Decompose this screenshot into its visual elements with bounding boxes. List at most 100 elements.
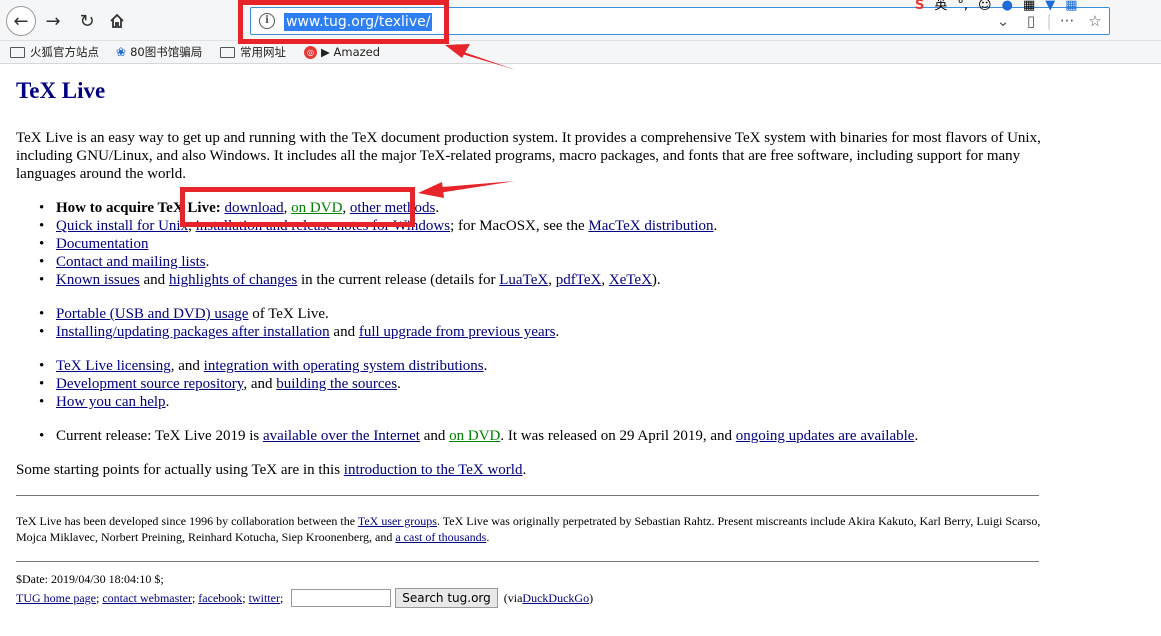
sogou-icon[interactable]: S (915, 0, 924, 14)
search-button[interactable]: Search tug.org (395, 588, 498, 608)
arrow-left-icon: ← (13, 10, 29, 32)
shirt-icon[interactable]: ▼ (1045, 0, 1055, 14)
help-link[interactable]: How you can help (56, 394, 166, 410)
cast-link[interactable]: a cast of thousands (395, 530, 486, 544)
text: ; for MacOSX, see the (450, 218, 589, 234)
on-dvd-link[interactable]: on DVD (291, 200, 342, 216)
amazed-icon: ◎ (304, 45, 317, 59)
forward-button[interactable]: → (40, 8, 66, 34)
updates-link[interactable]: ongoing updates are available (736, 428, 915, 444)
divider (16, 495, 1039, 496)
text: , and (243, 376, 277, 392)
windows-notes-link[interactable]: installation and release notes for Windo… (196, 218, 450, 234)
reload-button[interactable]: ↻ (74, 8, 100, 34)
divider (16, 561, 1039, 562)
url-text[interactable]: www.tug.org/texlive/ (284, 13, 433, 31)
emoji-icon[interactable]: ☺ (978, 0, 992, 14)
facebook-link[interactable]: facebook (198, 587, 242, 609)
known-issues-link[interactable]: Known issues (56, 272, 140, 288)
licensing-link[interactable]: TeX Live licensing (56, 358, 171, 374)
back-button[interactable]: ← (6, 6, 36, 36)
paw-icon: ❀ (116, 45, 127, 59)
contact-link[interactable]: Contact and mailing lists (56, 254, 206, 270)
text: and (419, 428, 450, 444)
chevron-down-icon[interactable]: ⌄ (989, 12, 1017, 30)
home-button[interactable] (104, 8, 130, 34)
text: . It was released on 29 April 2019, and (500, 428, 736, 444)
lang-icon[interactable]: 英 (934, 0, 947, 14)
extension-icons: S 英 °, ☺ ● ▦ ▼ ▦ (915, 0, 1161, 14)
luatex-link[interactable]: LuaTeX (499, 272, 548, 288)
arrow-right-icon: → (45, 10, 61, 32)
tug-home-link[interactable]: TUG home page (16, 587, 96, 609)
list-item: Current release: TeX Live 2019 is availa… (16, 427, 918, 445)
user-groups-link[interactable]: TeX user groups (358, 514, 437, 528)
full-upgrade-link[interactable]: full upgrade from previous years (359, 324, 556, 340)
reader-view-icon[interactable]: ▯ (1017, 12, 1045, 30)
info-icon[interactable]: i (259, 13, 275, 29)
page-title: TeX Live (16, 78, 106, 103)
twitter-link[interactable]: twitter (249, 587, 280, 609)
list-item: Quick install for Unix, installation and… (16, 217, 717, 235)
list-item: Known issues and highlights of changes i… (16, 271, 717, 289)
building-link[interactable]: building the sources (276, 376, 397, 392)
intro-tex-world-link[interactable]: introduction to the TeX world (344, 462, 523, 478)
xetex-link[interactable]: XeTeX (609, 272, 652, 288)
mactex-link[interactable]: MacTeX distribution (588, 218, 713, 234)
portable-link[interactable]: Portable (USB and DVD) usage (56, 306, 248, 322)
text: , and (170, 358, 204, 374)
text: and (139, 272, 169, 288)
webmaster-link[interactable]: contact webmaster (102, 587, 192, 609)
text: TeX Live has been developed since 1996 b… (16, 514, 358, 528)
text: in the current release (details for (297, 272, 500, 288)
release-list: Current release: TeX Live 2019 is availa… (16, 427, 918, 445)
bookmark-label: 常用网址 (240, 45, 286, 59)
intro-paragraph: TeX Live is an easy way to get up and ru… (16, 130, 1041, 182)
other-methods-link[interactable]: other methods (350, 200, 435, 216)
divider: | (1046, 12, 1052, 30)
bookmarks-bar: 火狐官方站点 ❀ 80图书馆骗局 常用网址 ◎ ▶ Amazed (0, 41, 1161, 64)
current-dvd-link[interactable]: on DVD (449, 428, 500, 444)
bookmark-label: ▶ Amazed (321, 45, 381, 59)
arrow-head-download (418, 182, 444, 198)
starting-points: Some starting points for actually using … (16, 462, 527, 478)
star-icon[interactable]: ☆ (1081, 12, 1109, 30)
highlights-link[interactable]: highlights of changes (169, 272, 297, 288)
search-input[interactable] (291, 589, 392, 607)
bookmark-common-sites[interactable]: 常用网址 (220, 44, 286, 60)
installing-packages-link[interactable]: Installing/updating packages after insta… (56, 324, 330, 340)
home-icon (110, 13, 124, 28)
bookmark-firefox-official[interactable]: 火狐官方站点 (10, 44, 99, 60)
text: Some starting points for actually using … (16, 462, 344, 478)
internet-link[interactable]: available over the Internet (263, 428, 420, 444)
main-list: How to acquire TeX Live: download, on DV… (16, 199, 717, 289)
mic-icon[interactable]: ● (1002, 0, 1013, 14)
download-link[interactable]: download (224, 200, 283, 216)
text: (via (503, 591, 523, 605)
usage-list: Portable (USB and DVD) usage of TeX Live… (16, 305, 559, 341)
more-icon[interactable]: ··· (1053, 12, 1081, 30)
pdftex-link[interactable]: pdfTeX (556, 272, 602, 288)
text: ). (651, 272, 661, 288)
folder-icon (220, 46, 235, 58)
list-item: Portable (USB and DVD) usage of TeX Live… (16, 305, 559, 323)
acquire-label: How to acquire TeX Live: (56, 200, 221, 216)
quick-install-unix-link[interactable]: Quick install for Unix (56, 218, 188, 234)
bookmark-library[interactable]: ❀ 80图书馆骗局 (116, 44, 202, 60)
reload-icon: ↻ (79, 10, 95, 32)
keyboard-icon[interactable]: ▦ (1023, 0, 1035, 14)
text: of TeX Live. (248, 306, 329, 322)
bookmark-amazed[interactable]: ◎ ▶ Amazed (304, 44, 380, 60)
punctuation-icon[interactable]: °, (957, 0, 968, 14)
list-item: TeX Live licensing, and integration with… (16, 357, 487, 375)
integration-link[interactable]: integration with operating system distri… (204, 358, 484, 374)
dev-source-link[interactable]: Development source repository (56, 376, 243, 392)
documentation-link[interactable]: Documentation (56, 236, 148, 252)
duckduckgo-link[interactable]: DuckDuckGo (522, 587, 589, 609)
bookmark-label: 火狐官方站点 (30, 45, 99, 59)
text: and (329, 324, 359, 340)
grid-icon[interactable]: ▦ (1065, 0, 1077, 14)
list-item: How to acquire TeX Live: download, on DV… (16, 199, 717, 217)
browser-toolbar: ← → ↻ i www.tug.org/texlive/ ⌄ ▯ | ··· ☆… (0, 0, 1161, 41)
folder-icon (10, 46, 25, 58)
